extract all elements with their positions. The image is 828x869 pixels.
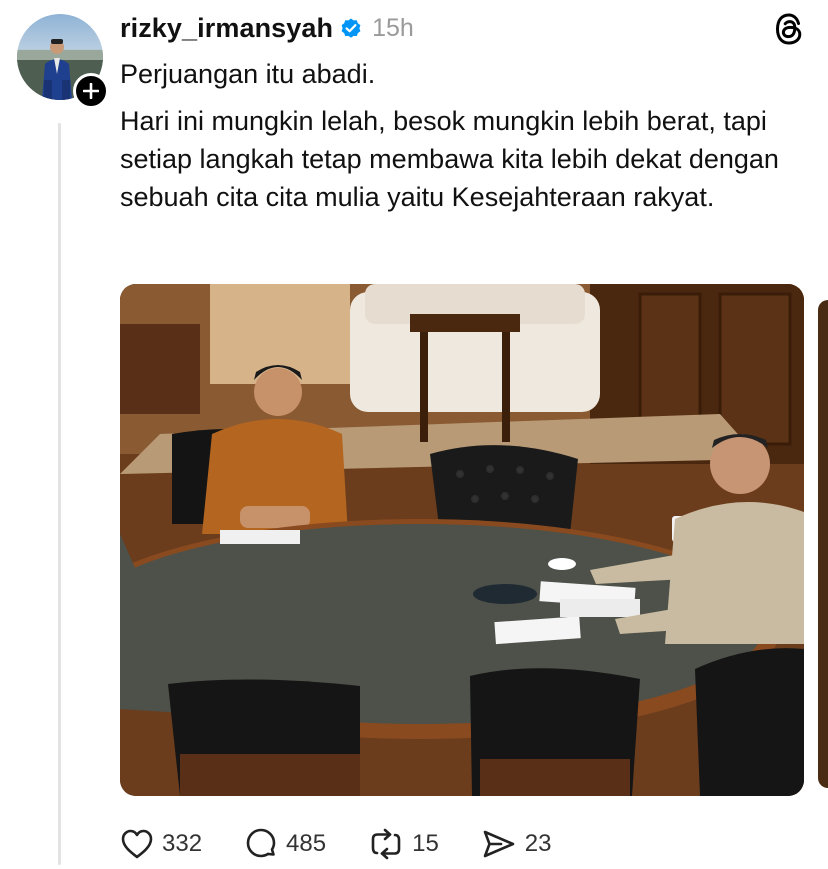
post-image[interactable] (120, 284, 804, 796)
reply-button[interactable]: 485 (244, 827, 326, 861)
plus-icon (83, 83, 99, 99)
send-icon (483, 830, 515, 858)
action-bar: 332 485 15 23 (120, 822, 594, 866)
post-time: 15h (372, 13, 414, 42)
share-button[interactable]: 23 (481, 828, 552, 860)
threads-logo-icon[interactable] (773, 12, 805, 46)
heart-icon (121, 829, 153, 859)
reply-count: 485 (286, 830, 327, 857)
post-text: Perjuangan itu abadi. Hari ini mungkin l… (120, 55, 810, 216)
like-button[interactable]: 332 (120, 828, 202, 860)
thread-line (58, 123, 61, 865)
username[interactable]: rizky_irmansyah (120, 13, 333, 44)
post-image-next[interactable] (818, 300, 828, 788)
post-text-paragraph: Hari ini mungkin lelah, besok mungkin le… (120, 106, 779, 212)
repost-button[interactable]: 15 (368, 827, 439, 861)
repost-icon (371, 828, 401, 860)
verified-check-icon (339, 16, 363, 40)
post-text-line: Perjuangan itu abadi. (120, 59, 376, 89)
comment-icon (246, 828, 276, 858)
threads-post: rizky_irmansyah 15h Perjuangan itu abadi… (0, 0, 828, 869)
post-header: rizky_irmansyah 15h (120, 11, 414, 45)
share-count: 23 (524, 830, 552, 857)
follow-button[interactable] (73, 73, 109, 109)
repost-count: 15 (412, 830, 439, 857)
like-count: 332 (162, 830, 203, 857)
